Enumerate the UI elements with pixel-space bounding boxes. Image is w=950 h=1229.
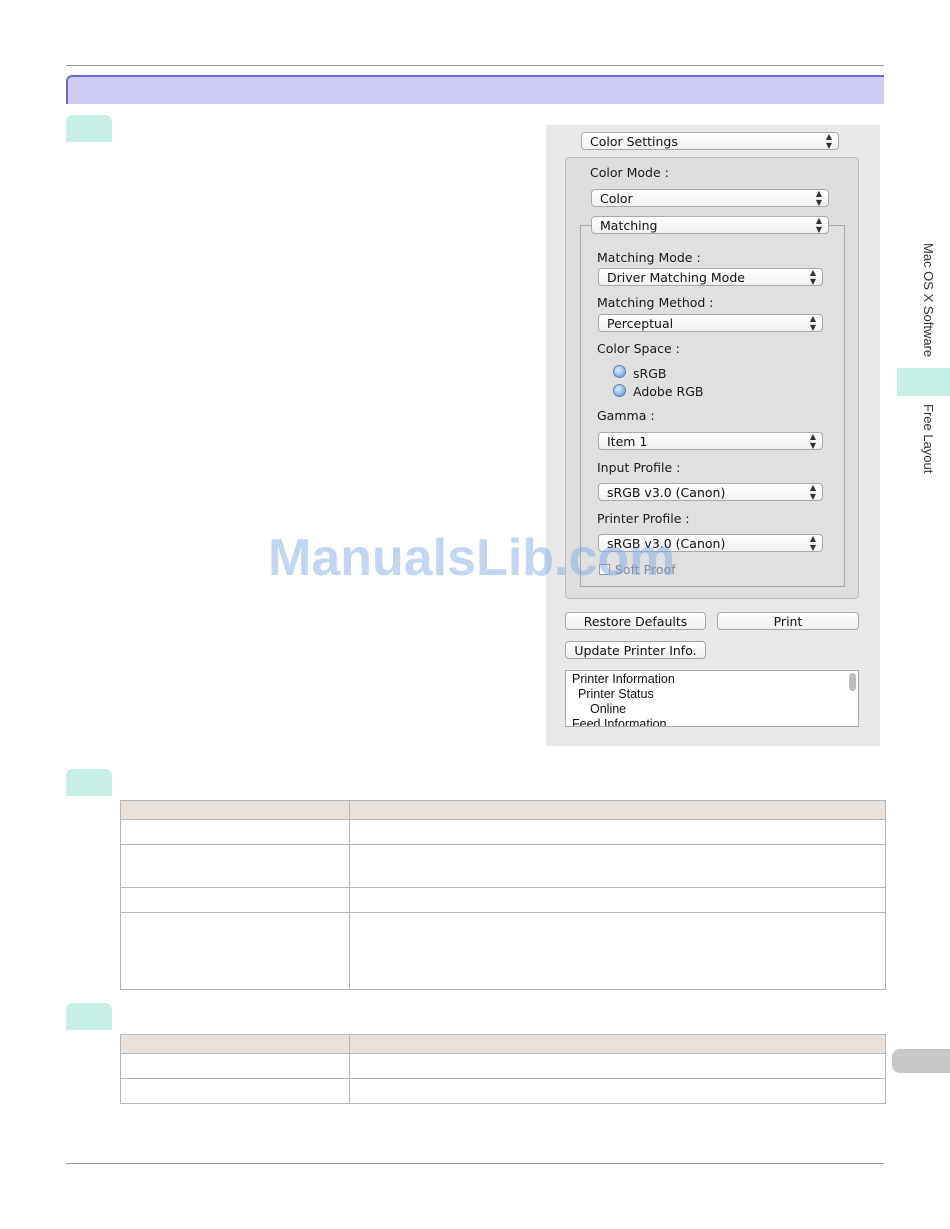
- input-profile-select[interactable]: sRGB v3.0 (Canon) ▲ ▼: [598, 483, 823, 501]
- matching-method-select[interactable]: Perceptual ▲ ▼: [598, 314, 823, 332]
- list-scrollbar[interactable]: [849, 673, 856, 691]
- table-row: [120, 844, 886, 888]
- sub-panel-select[interactable]: Matching ▲ ▼: [591, 216, 829, 234]
- table-row: [120, 887, 886, 913]
- gamma-label: Gamma :: [597, 408, 655, 423]
- section-title-bar: [66, 75, 884, 104]
- panel-select[interactable]: Color Settings ▲ ▼: [581, 132, 839, 150]
- updown-arrows-icon: ▲ ▼: [809, 534, 816, 552]
- updown-arrows-icon: ▲ ▼: [809, 432, 816, 450]
- srgb-radio[interactable]: [613, 365, 626, 378]
- table-row: [120, 912, 886, 990]
- input-profile-value: sRGB v3.0 (Canon): [607, 485, 726, 500]
- matching-mode-label: Matching Mode :: [597, 250, 701, 265]
- table-header-row: [120, 800, 886, 820]
- sidebar-section-label: Mac OS X Software: [921, 243, 936, 358]
- printer-info-list[interactable]: Printer Information Printer Status Onlin…: [565, 670, 859, 727]
- sub-panel-value: Matching: [600, 218, 658, 233]
- list-item: Feed Information: [572, 717, 667, 727]
- updown-arrows-icon: ▲ ▼: [825, 132, 832, 150]
- step-tab-3: [66, 1003, 112, 1030]
- matching-mode-select[interactable]: Driver Matching Mode ▲ ▼: [598, 268, 823, 286]
- restore-defaults-button[interactable]: Restore Defaults: [565, 612, 706, 630]
- matching-method-value: Perceptual: [607, 316, 674, 331]
- updown-arrows-icon: ▲ ▼: [809, 314, 816, 332]
- srgb-radio-label: sRGB: [633, 366, 667, 381]
- input-profile-label: Input Profile :: [597, 460, 681, 475]
- color-space-label: Color Space :: [597, 341, 680, 356]
- table-header-row: [120, 1034, 886, 1054]
- top-rule: [66, 65, 884, 66]
- table-row: [120, 819, 886, 845]
- sidebar-chapter-tab: [892, 1049, 950, 1073]
- color-mode-label: Color Mode :: [590, 165, 669, 180]
- settings-table-2: [120, 1034, 886, 1104]
- updown-arrows-icon: ▲ ▼: [809, 268, 816, 286]
- bottom-rule: [66, 1163, 884, 1164]
- color-mode-value: Color: [600, 191, 633, 206]
- matching-method-label: Matching Method :: [597, 295, 714, 310]
- list-item: Online: [590, 702, 627, 716]
- list-item: Printer Status: [578, 687, 654, 701]
- gamma-select[interactable]: Item 1 ▲ ▼: [598, 432, 823, 450]
- updown-arrows-icon: ▲ ▼: [809, 483, 816, 501]
- table-row: [120, 1078, 886, 1104]
- printer-profile-label: Printer Profile :: [597, 511, 690, 526]
- color-mode-select[interactable]: Color ▲ ▼: [591, 189, 829, 207]
- print-button[interactable]: Print: [717, 612, 859, 630]
- list-item: Printer Information: [572, 672, 675, 686]
- step-tab-1: [66, 115, 112, 142]
- sidebar-current-tab: [897, 368, 950, 396]
- watermark-text: ManualsLib.com: [268, 529, 676, 587]
- table-row: [120, 1053, 886, 1079]
- adobe-rgb-radio[interactable]: [613, 384, 626, 397]
- settings-table-1: [120, 800, 886, 990]
- updown-arrows-icon: ▲ ▼: [815, 189, 822, 207]
- panel-select-value: Color Settings: [590, 134, 678, 149]
- updown-arrows-icon: ▲ ▼: [815, 216, 822, 234]
- gamma-value: Item 1: [607, 434, 648, 449]
- adobe-rgb-radio-label: Adobe RGB: [633, 384, 704, 399]
- step-tab-2: [66, 769, 112, 796]
- sidebar-page-label: Free Layout: [921, 404, 936, 474]
- update-printer-info-button[interactable]: Update Printer Info.: [565, 641, 706, 659]
- matching-mode-value: Driver Matching Mode: [607, 270, 745, 285]
